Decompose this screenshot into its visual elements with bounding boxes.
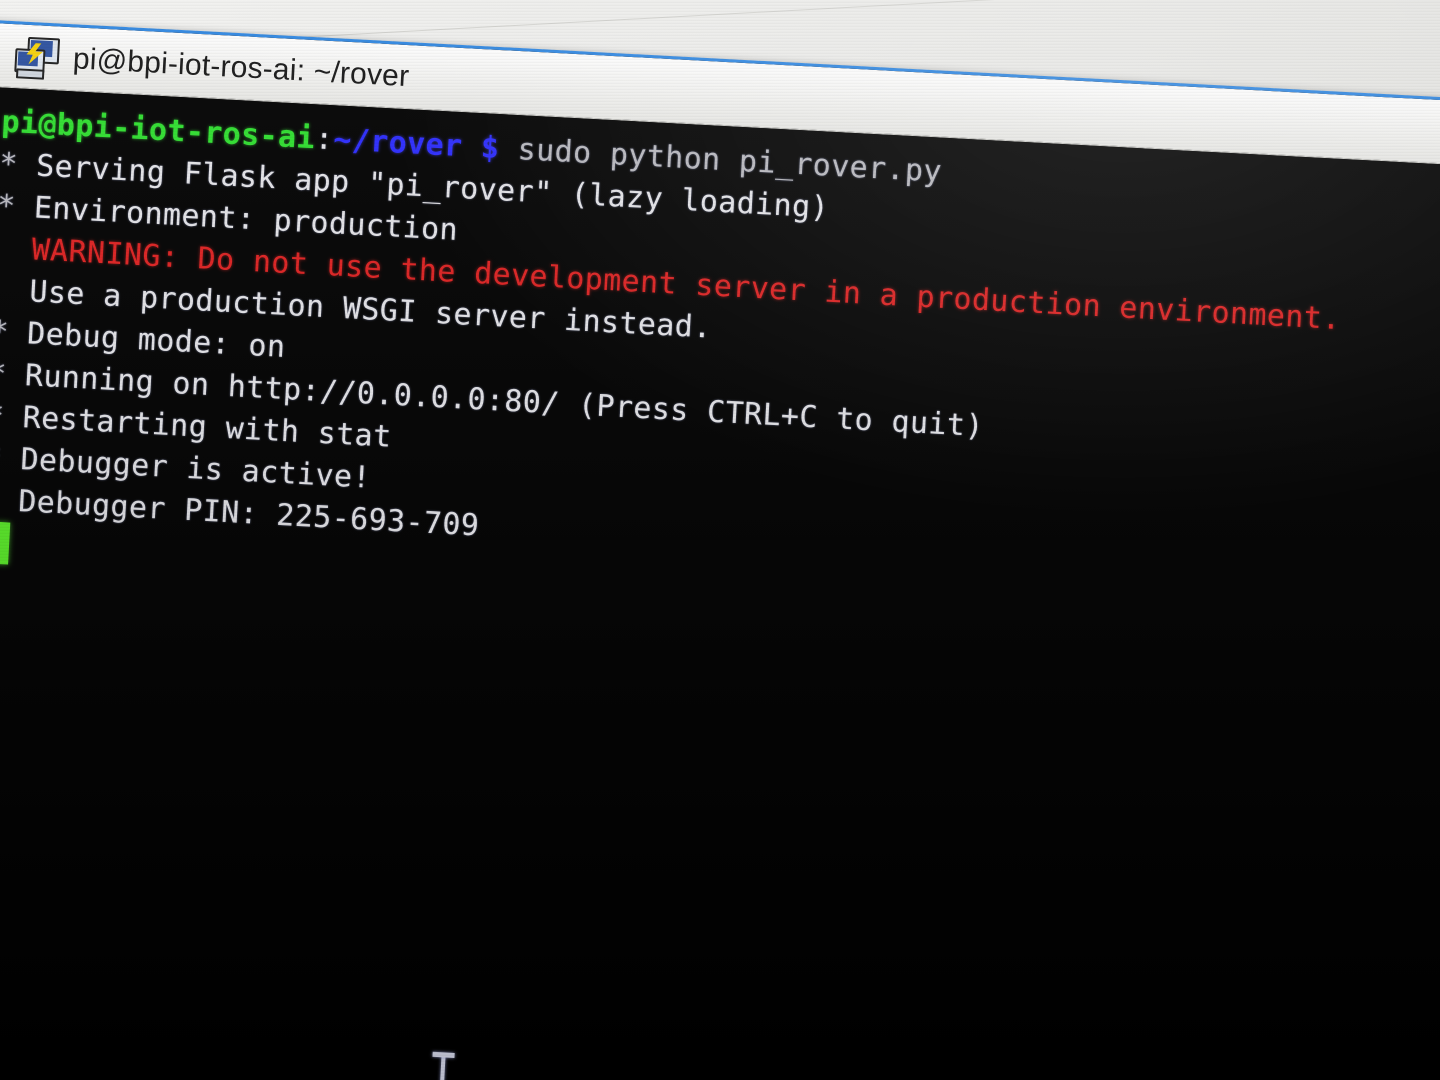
prompt-path: ~/rover (332, 122, 464, 165)
putty-terminal-icon (14, 36, 61, 80)
putty-terminal-window[interactable]: pi@bpi-iot-ros-ai: ~/rover pi@bpi-iot-ro… (0, 20, 1440, 1080)
monitor-screen-photo: Preview Save are ing ess /gi no U am, r … (0, 0, 1440, 1080)
terminal-output-area[interactable]: pi@bpi-iot-ros-ai:~/rover $ sudo python … (0, 87, 1440, 1080)
window-title: pi@bpi-iot-ros-ai: ~/rover (72, 41, 411, 93)
putty-window-frame: pi@bpi-iot-ros-ai: ~/rover pi@bpi-iot-ro… (0, 20, 1440, 1080)
prompt-sigil: $ (480, 130, 501, 167)
text-ibeam-cursor (428, 1050, 456, 1080)
terminal-block-cursor (0, 520, 11, 565)
prompt-separator: : (314, 121, 335, 158)
